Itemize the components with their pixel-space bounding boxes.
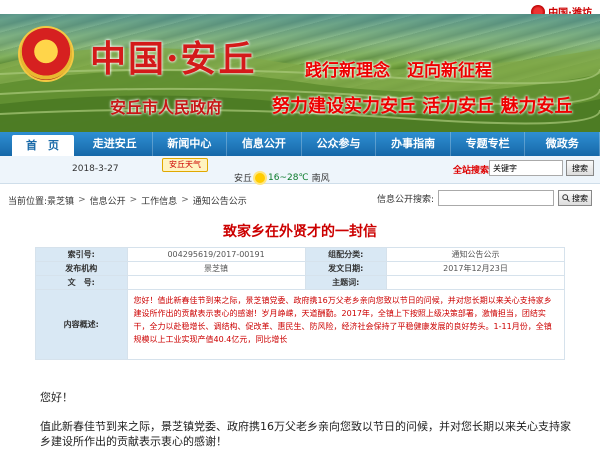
current-date: 2018-3-27 [72, 164, 119, 174]
breadcrumb-item-notices[interactable]: 通知公告公示 [193, 194, 247, 207]
org-value: 景芝镇 [126, 261, 306, 276]
nav-news-center[interactable]: 新闻中心 [153, 132, 228, 156]
site-search-button[interactable]: 搜索 [566, 160, 594, 176]
summary-label: 内容概述: [35, 289, 128, 360]
summary-value: 您好！值此新春佳节到来之际，景芝镇党委、政府携16万父老乡亲向您致以节日的问候，… [126, 289, 566, 360]
nav-public-participation[interactable]: 公众参与 [302, 132, 377, 156]
pub-search-input[interactable] [438, 190, 554, 206]
weather-badge[interactable]: 安丘天气 [162, 158, 208, 172]
breadcrumb-item-info-disclosure[interactable]: 信息公开 [90, 194, 126, 207]
category-label: 组配分类: [304, 247, 387, 262]
nav-special-topics[interactable]: 专题专栏 [451, 132, 526, 156]
slogan-line-1: 践行新理念 迈向新征程 [305, 61, 492, 81]
table-row: 索引号: 004295619/2017-00191 组配分类: 通知公告公示 [35, 247, 566, 262]
pub-search-button[interactable]: 搜索 [558, 190, 592, 206]
org-label: 发布机构 [35, 261, 128, 276]
subject-value [385, 275, 566, 290]
info-disclosure-search: 信息公开搜索: 搜索 [377, 190, 592, 206]
index-value: 004295619/2017-00191 [126, 247, 306, 262]
nav-micro-government[interactable]: 微政务 [525, 132, 600, 156]
breadcrumb-separator-icon: > [78, 195, 86, 205]
letter-paragraph: 值此新春佳节到来之际，景芝镇党委、政府携16万父老乡亲向您致以节日的问候，并对您… [40, 420, 571, 448]
date-label: 发文日期: [304, 261, 387, 276]
nav-about-anqiu[interactable]: 走进安丘 [78, 132, 153, 156]
document-metadata-table: 索引号: 004295619/2017-00191 组配分类: 通知公告公示 发… [35, 247, 566, 360]
header-banner: 中国·安丘 践行新理念 迈向新征程 安丘市人民政府 努力建设实力安丘 活力安丘 … [0, 14, 600, 132]
site-title[interactable]: 中国·安丘 [90, 30, 257, 82]
category-value: 通知公告公示 [385, 247, 566, 262]
breadcrumb-item-jingzhi[interactable]: 景芝镇 [47, 194, 74, 207]
letter-greeting: 您好！ [40, 391, 73, 404]
breadcrumb-separator-icon: > [181, 195, 189, 205]
nav-service-guide[interactable]: 办事指南 [376, 132, 451, 156]
nav-home[interactable]: 首 页 [12, 135, 74, 156]
magnifier-icon [562, 194, 570, 202]
government-name: 安丘市人民政府 [110, 98, 223, 117]
subject-label: 主题词: [304, 275, 387, 290]
info-bar: 2018-3-27 安丘天气 安丘 16~28℃ 南风 全站搜索: 搜索 [0, 156, 600, 184]
sun-icon [255, 172, 266, 183]
breadcrumb-prefix: 当前位置: [8, 196, 48, 207]
site-search-input[interactable] [489, 160, 563, 176]
pub-search-label: 信息公开搜索: [376, 194, 434, 205]
date-value: 2017年12月23日 [385, 261, 566, 276]
slogan-line-2: 努力建设实力安丘 活力安丘 魅力安丘 [272, 96, 573, 117]
table-row: 发布机构 景芝镇 发文日期: 2017年12月23日 [35, 261, 566, 276]
weather-city: 安丘 [234, 174, 253, 184]
weather-temperature: 16~28℃ [268, 172, 309, 183]
table-row: 内容概述: 您好！值此新春佳节到来之际，景芝镇党委、政府携16万父老乡亲向您致以… [35, 289, 566, 360]
docno-value [126, 275, 306, 290]
main-nav: 首 页 走进安丘 新闻中心 信息公开 公众参与 办事指南 专题专栏 微政务 [0, 132, 600, 156]
site-search-label: 全站搜索: [453, 166, 493, 176]
weather-wind: 南风 [311, 174, 330, 184]
docno-label: 文 号: [35, 275, 128, 290]
index-label: 索引号: [35, 247, 128, 262]
weather-info: 安丘 16~28℃ 南风 [234, 171, 330, 184]
breadcrumb: 当前位置: 景芝镇 > 信息公开 > 工作信息 > 通知公告公示 信息公开搜索:… [8, 190, 592, 210]
letter-body: 您好！ 值此新春佳节到来之际，景芝镇党委、政府携16万父老乡亲向您致以节日的问候… [40, 390, 580, 449]
breadcrumb-separator-icon: > [129, 195, 138, 205]
breadcrumb-item-work-info[interactable]: 工作信息 [141, 194, 177, 207]
pub-search-button-label: 搜索 [572, 193, 588, 203]
table-row: 文 号: 主题词: [35, 275, 566, 290]
national-emblem-icon [20, 28, 72, 80]
document-title: 致家乡在外贤才的一封信 [223, 224, 377, 240]
nav-info-disclosure[interactable]: 信息公开 [227, 132, 302, 156]
